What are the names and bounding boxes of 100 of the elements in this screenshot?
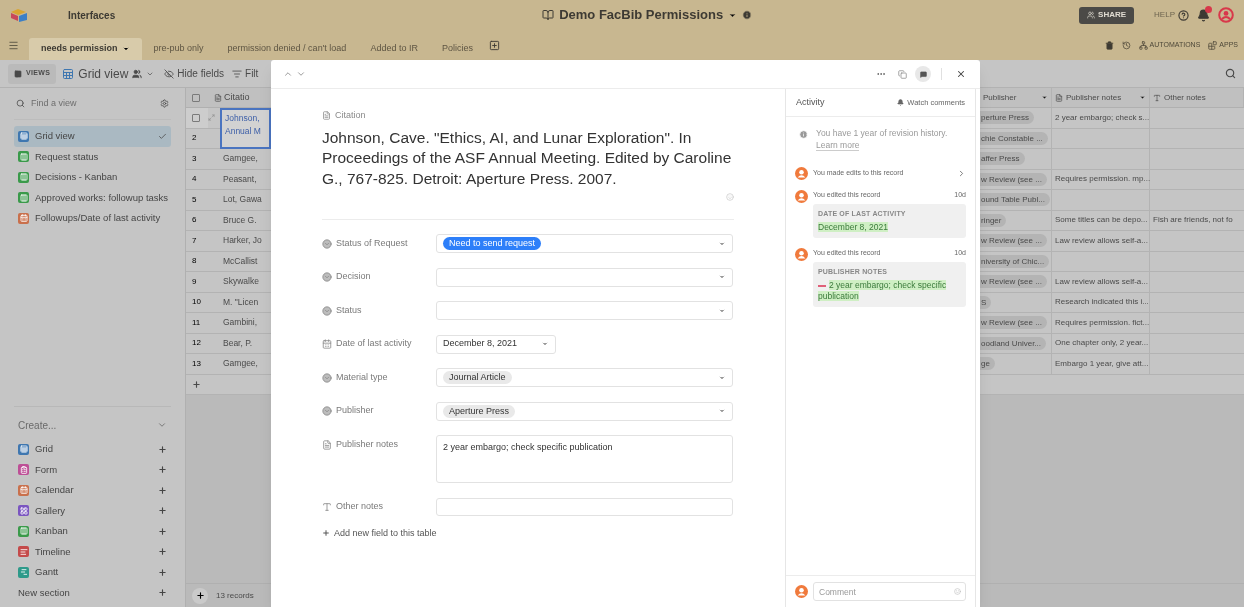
selected-cell[interactable]: Johnson, Annual M xyxy=(220,108,271,149)
chevron-right-icon[interactable] xyxy=(957,169,966,178)
publisher-tag: ound Table Publ... xyxy=(980,193,1050,207)
row-number: 4 xyxy=(192,173,197,186)
column-header[interactable]: Other notes xyxy=(1150,88,1244,107)
expand-icon[interactable] xyxy=(208,114,215,122)
view-switcher[interactable]: Grid view xyxy=(62,64,129,83)
help-button[interactable]: HELP xyxy=(1154,9,1189,21)
field-label: Publisher xyxy=(336,404,374,418)
hide-fields-button[interactable]: Hide fields xyxy=(164,66,225,81)
add-table-icon[interactable] xyxy=(488,39,500,51)
plus-icon xyxy=(158,588,167,598)
row-number: 6 xyxy=(192,214,197,227)
learn-more-link[interactable]: Learn more xyxy=(816,140,860,151)
add-field-button[interactable]: Add new field to this table xyxy=(322,526,437,540)
table-tab[interactable]: permission denied / can't load xyxy=(215,38,359,60)
chevron-down-icon[interactable] xyxy=(157,420,167,430)
history-icon[interactable] xyxy=(1121,40,1131,50)
row-number: 2 xyxy=(192,132,197,145)
field-label: Status xyxy=(336,303,362,317)
add-row-icon[interactable] xyxy=(192,379,201,389)
plus-icon xyxy=(322,529,330,538)
create-view-item[interactable]: Kanban xyxy=(14,521,171,542)
view-item[interactable]: Approved works: followup tasks xyxy=(14,187,171,208)
notifications-button[interactable] xyxy=(1197,8,1210,22)
create-view-item[interactable]: Timeline xyxy=(14,541,171,562)
table-cell: Requires permission. fict... xyxy=(1055,316,1150,329)
long-text-icon xyxy=(214,93,222,102)
citation-text[interactable]: Johnson, Cave. "Ethics, AI, and Lunar Exploration". In Proceedings of the ASF Annual Meeting. Edited by Caroline G., 767-825. Detroit: Aperture Press. 2007. xyxy=(322,127,734,189)
plus-icon xyxy=(158,526,167,536)
select-field[interactable]: Need to send request xyxy=(436,234,733,253)
select-field-icon xyxy=(322,406,332,416)
table-cell: M. "Licen xyxy=(223,295,259,309)
grid-icon xyxy=(62,67,75,80)
row-number: 9 xyxy=(192,275,197,288)
select-field-icon xyxy=(322,305,332,316)
column-header[interactable]: Publisher notes xyxy=(1052,88,1150,107)
create-view-item[interactable]: Gantt xyxy=(14,562,171,583)
info-icon[interactable] xyxy=(742,10,753,20)
help-icon xyxy=(1178,9,1189,21)
publisher-tag: niversity of Chic... xyxy=(980,254,1050,268)
table-tab[interactable]: Added to IR xyxy=(358,38,430,60)
grid-icon xyxy=(18,443,29,455)
date-field[interactable]: December 8, 2021 xyxy=(436,334,556,354)
create-view-item[interactable]: Grid xyxy=(14,439,171,460)
base-title[interactable]: Demo FacBib Permissions xyxy=(559,5,724,25)
publisher-tag: oodland Univer... xyxy=(980,336,1047,350)
add-button[interactable] xyxy=(192,587,208,604)
publisher-tag: S xyxy=(980,295,992,309)
create-view-item[interactable]: Gallery xyxy=(14,500,171,521)
table-tab[interactable]: Policies xyxy=(429,38,485,60)
table-cell: Gamgee, xyxy=(223,357,258,371)
comments-toggle[interactable] xyxy=(915,66,931,82)
text-icon xyxy=(1153,93,1161,102)
select-field[interactable]: Aperture Press xyxy=(436,401,733,421)
kanban-icon xyxy=(18,171,29,183)
form-icon xyxy=(18,464,29,476)
caret-icon xyxy=(121,45,130,53)
select-all-checkbox[interactable] xyxy=(192,93,200,102)
account-avatar[interactable] xyxy=(1218,7,1234,23)
select-field[interactable] xyxy=(436,301,733,320)
avatar-icon xyxy=(795,248,808,261)
find-view-field[interactable]: Find a view xyxy=(31,96,154,111)
trash-icon[interactable] xyxy=(1104,40,1114,50)
previous-record-icon[interactable] xyxy=(283,69,293,79)
field-label: Other notes xyxy=(336,500,384,514)
select-field[interactable]: Journal Article xyxy=(436,368,733,387)
filter-button[interactable]: Filt xyxy=(232,66,259,81)
table-cell: 2 year embargo; check s... xyxy=(1055,111,1150,124)
row-checkbox[interactable] xyxy=(192,113,200,122)
next-record-icon[interactable] xyxy=(296,69,306,79)
select-field[interactable] xyxy=(436,267,733,287)
new-section-item[interactable]: New section xyxy=(14,582,171,603)
view-item[interactable]: Decisions - Kanban xyxy=(14,167,171,188)
publisher-tag: w Review (see ... xyxy=(980,234,1047,248)
row-number: 3 xyxy=(192,152,197,165)
comment-field[interactable]: Comment xyxy=(813,582,966,601)
view-item[interactable]: Followups/Date of last activity xyxy=(14,208,171,229)
search-icon[interactable] xyxy=(1225,68,1236,79)
create-view-item[interactable]: Calendar xyxy=(14,480,171,501)
table-tab[interactable]: needs permission xyxy=(29,38,142,60)
long-text-icon xyxy=(322,111,331,121)
menu-icon[interactable] xyxy=(8,39,19,51)
plus-icon xyxy=(158,506,167,516)
view-item[interactable]: Request status xyxy=(14,146,171,167)
publisher-tag: affer Press xyxy=(980,152,1025,166)
long-text-field[interactable]: 2 year embargo; check specific publication xyxy=(436,435,733,483)
close-icon[interactable] xyxy=(956,69,966,79)
create-heading[interactable]: Create... xyxy=(18,417,57,433)
table-cell: Gambini, xyxy=(223,316,257,330)
copy-icon[interactable] xyxy=(898,69,907,79)
create-view-item[interactable]: Form xyxy=(14,459,171,480)
text-field[interactable] xyxy=(436,497,733,516)
row-number: 8 xyxy=(192,255,197,268)
check-icon xyxy=(158,131,167,141)
view-item[interactable]: Grid view xyxy=(14,126,171,147)
table-tab[interactable]: pre-pub only xyxy=(141,38,216,60)
app-name[interactable]: Interfaces xyxy=(68,7,116,23)
share-button[interactable]: SHARE xyxy=(1079,6,1135,24)
settings-icon[interactable] xyxy=(160,99,169,108)
